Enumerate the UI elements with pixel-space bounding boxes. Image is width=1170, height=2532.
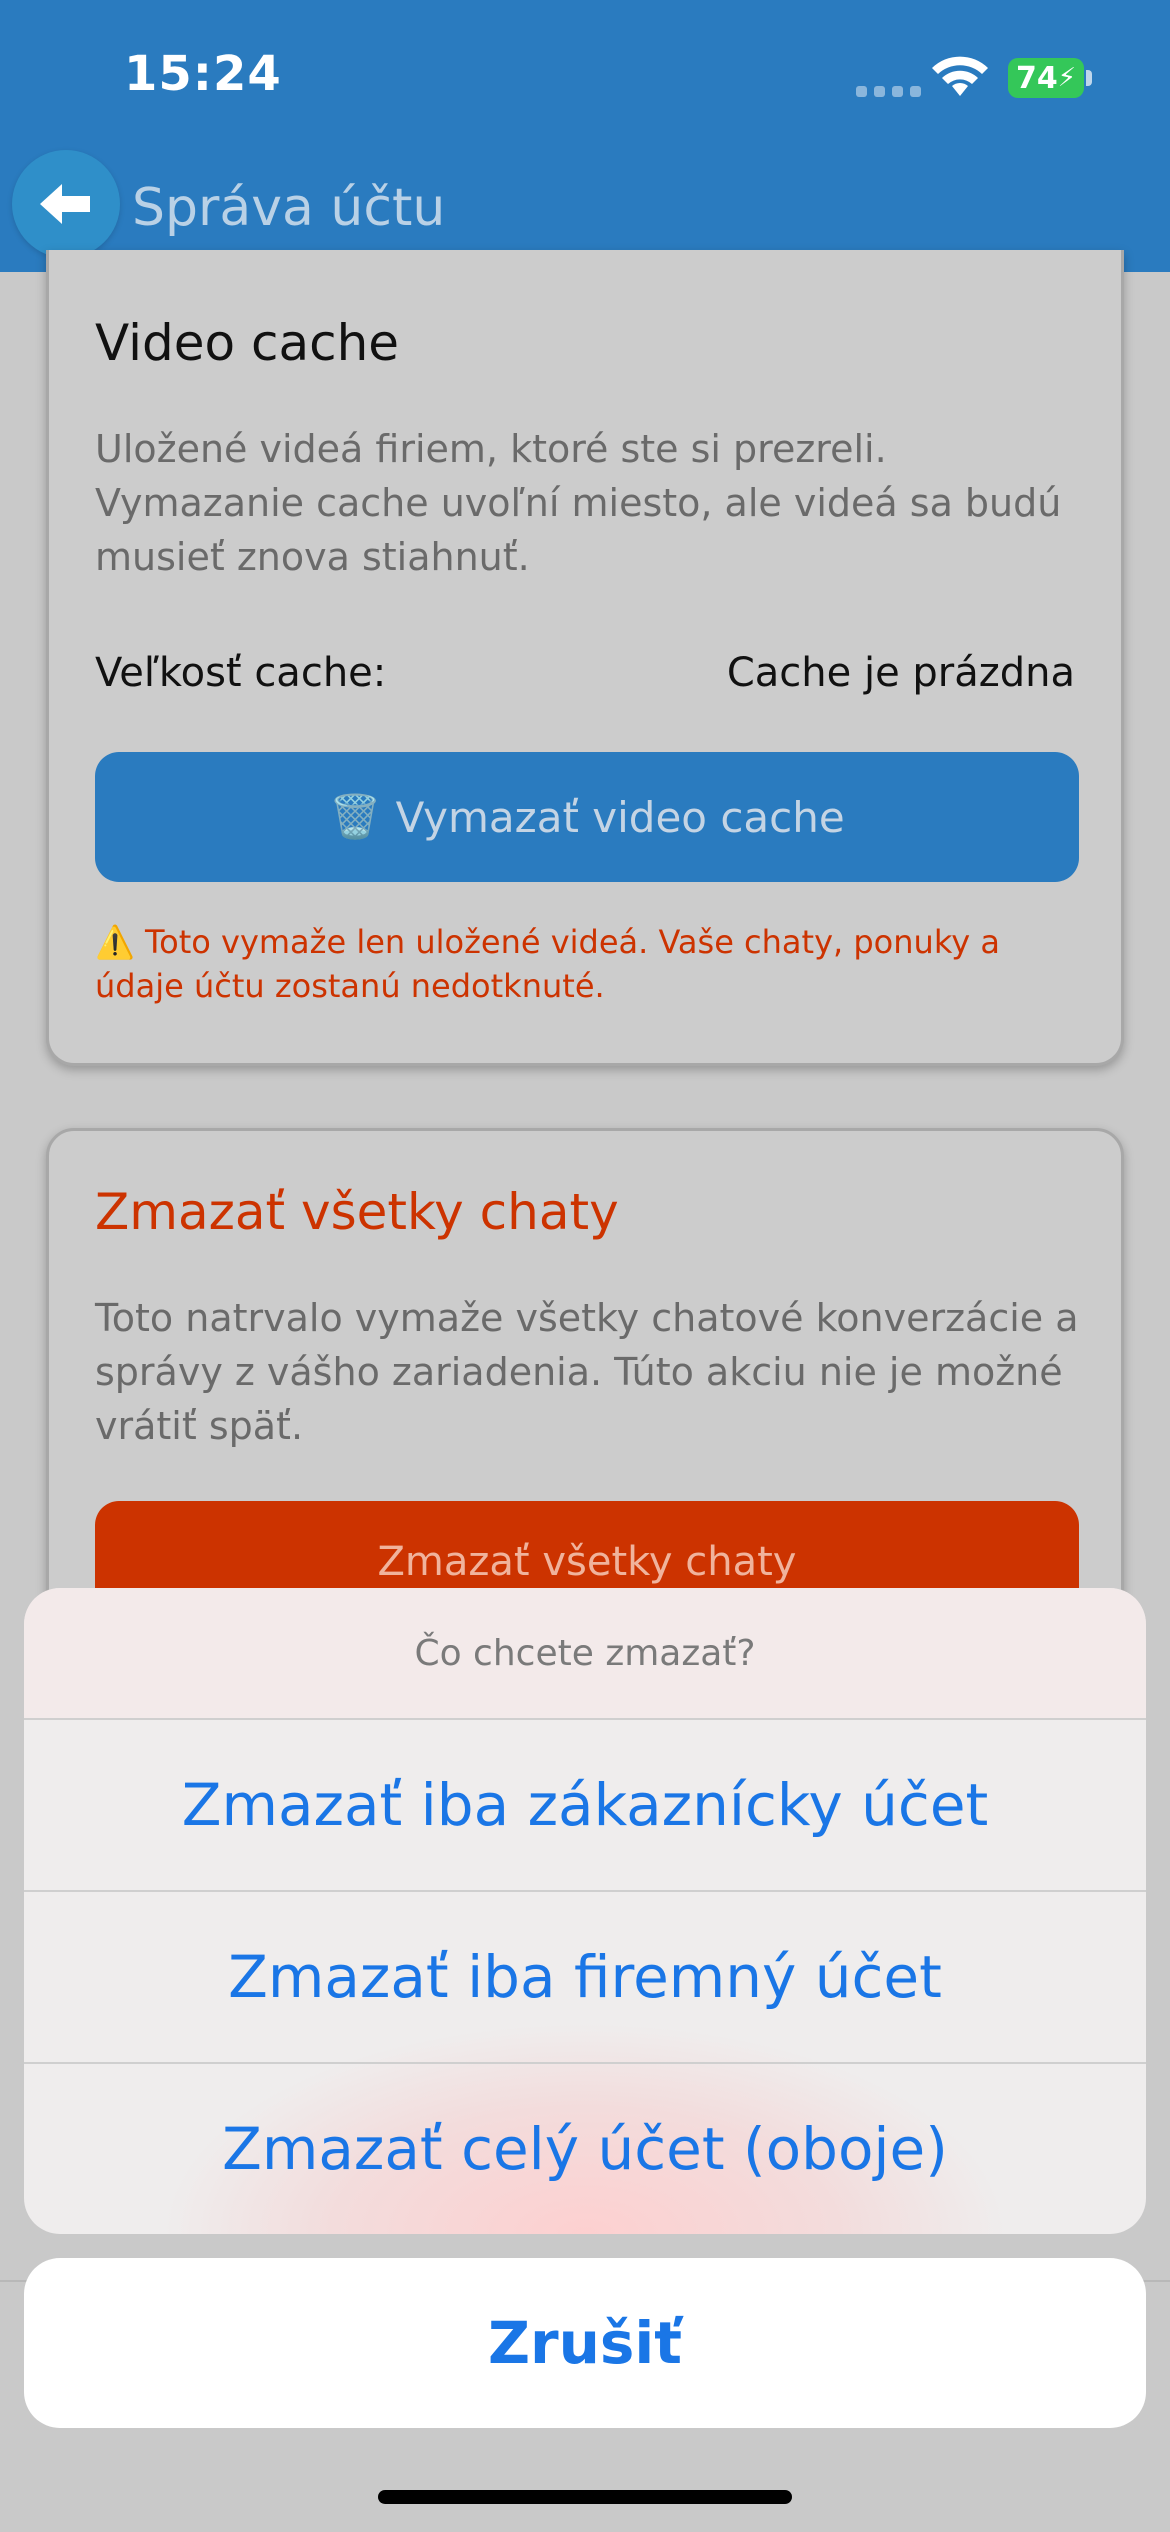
delete-entire-account-option[interactable]: Zmazať celý účet (oboje) <box>24 2062 1146 2234</box>
video-cache-card: Video cache Uložené videá firiem, ktoré … <box>46 250 1124 1066</box>
back-button[interactable] <box>12 150 120 258</box>
app-header: 15:24 74 ⚡ Správa účtu <box>0 0 1170 272</box>
screen: 15:24 74 ⚡ Správa účtu Video cache Uložen… <box>0 0 1170 2532</box>
delete-business-account-option[interactable]: Zmazať iba firemný účet <box>24 1890 1146 2062</box>
wifi-icon <box>932 56 988 96</box>
delete-chats-description: Toto natrvalo vymaže všetky chatové konv… <box>95 1296 1079 1448</box>
video-cache-description: Uložené videá firiem, ktoré ste si prezr… <box>95 427 1062 579</box>
battery-charging-icon: 74 ⚡ <box>1008 58 1084 98</box>
cache-size-value: Cache je prázdna <box>726 650 1075 696</box>
status-time: 15:24 <box>124 46 282 102</box>
arrow-left-icon <box>40 184 90 224</box>
cellular-signal-icon <box>856 86 921 97</box>
cache-warning: ⚠️ Toto vymaže len uložené videá. Vaše c… <box>95 920 1095 1008</box>
page-title: Správa účtu <box>132 178 446 238</box>
action-sheet-title: Čo chcete zmazať? <box>24 1588 1146 1718</box>
clear-video-cache-label: Vymazať video cache <box>395 792 845 842</box>
cancel-button[interactable]: Zrušiť <box>24 2258 1146 2428</box>
clear-video-cache-button[interactable]: 🗑️ Vymazať video cache <box>95 752 1079 882</box>
cache-warning-text: Toto vymaže len uložené videá. Vaše chat… <box>95 923 1000 1005</box>
video-cache-title: Video cache <box>95 314 400 372</box>
delete-customer-account-option[interactable]: Zmazať iba zákaznícky účet <box>24 1718 1146 1890</box>
trash-icon: 🗑️ <box>329 792 382 841</box>
cache-size-label: Veľkosť cache: <box>95 650 387 696</box>
battery-nub <box>1086 70 1092 86</box>
home-indicator[interactable] <box>378 2490 792 2504</box>
battery-level: 74 <box>1015 60 1058 96</box>
action-sheet: Čo chcete zmazať? Zmazať iba zákaznícky … <box>24 1588 1146 2234</box>
delete-chats-title: Zmazať všetky chaty <box>95 1183 619 1241</box>
warning-icon: ⚠️ <box>95 923 135 961</box>
